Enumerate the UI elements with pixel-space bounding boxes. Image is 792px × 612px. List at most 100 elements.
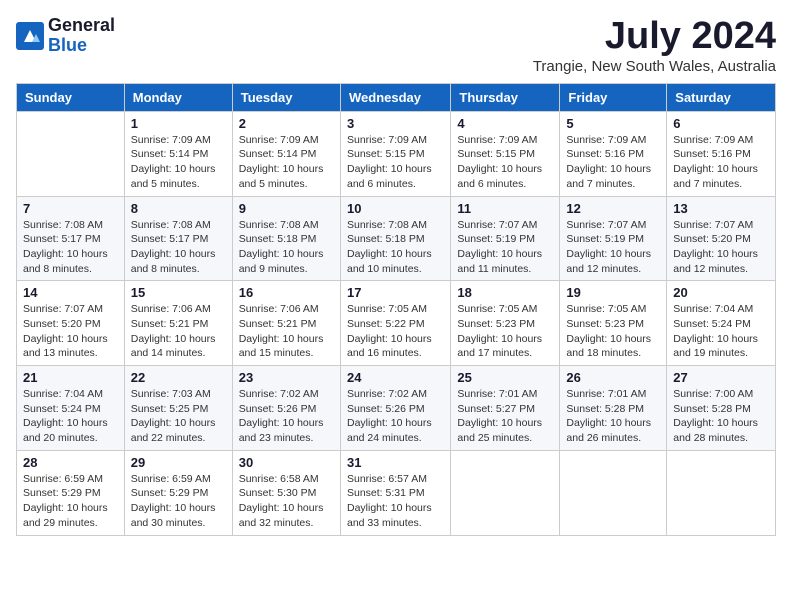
calendar-cell: 2Sunrise: 7:09 AMSunset: 5:14 PMDaylight… — [232, 111, 340, 196]
day-info: Sunrise: 7:05 AMSunset: 5:23 PMDaylight:… — [566, 302, 660, 361]
day-number: 3 — [347, 116, 444, 131]
day-number: 19 — [566, 285, 660, 300]
day-number: 13 — [673, 201, 769, 216]
day-info: Sunrise: 7:08 AMSunset: 5:18 PMDaylight:… — [239, 218, 334, 277]
calendar-cell: 21 Sunrise: 7:04 AMSunset: 5:24 PMDayligh… — [17, 366, 125, 451]
day-info: Sunrise: 7:09 AMSunset: 5:15 PMDaylight:… — [457, 133, 553, 192]
calendar-cell: 6 Sunrise: 7:09 AMSunset: 5:16 PMDaylight… — [667, 111, 776, 196]
page-header: General Blue July 2024 Trangie, New Sout… — [16, 16, 776, 75]
day-number: 11 — [457, 201, 553, 216]
day-info: Sunrise: 7:08 AMSunset: 5:17 PMDaylight:… — [23, 218, 118, 277]
day-info: Sunrise: 7:07 AMSunset: 5:19 PMDaylight:… — [566, 218, 660, 277]
location-title: Trangie, New South Wales, Australia — [533, 58, 776, 75]
weekday-header-wednesday: Wednesday — [340, 83, 450, 111]
logo: General Blue — [16, 16, 115, 56]
day-info: Sunrise: 7:08 AMSunset: 5:18 PMDaylight:… — [347, 218, 444, 277]
day-number: 21 — [23, 370, 118, 385]
day-number: 10 — [347, 201, 444, 216]
day-info: Sunrise: 7:09 AMSunset: 5:16 PMDaylight:… — [673, 133, 769, 192]
weekday-header-thursday: Thursday — [451, 83, 560, 111]
day-info: Sunrise: 7:04 AMSunset: 5:24 PMDaylight:… — [673, 302, 769, 361]
weekday-header-monday: Monday — [124, 83, 232, 111]
day-number: 14 — [23, 285, 118, 300]
calendar-cell: 3 Sunrise: 7:09 AMSunset: 5:15 PMDaylight… — [340, 111, 450, 196]
day-info: Sunrise: 7:05 AMSunset: 5:23 PMDaylight:… — [457, 302, 553, 361]
day-number: 9 — [239, 201, 334, 216]
weekday-header-tuesday: Tuesday — [232, 83, 340, 111]
calendar-week-1: 1Sunrise: 7:09 AMSunset: 5:14 PMDaylight… — [17, 111, 776, 196]
calendar-cell: 30 Sunrise: 6:58 AMSunset: 5:30 PMDayligh… — [232, 450, 340, 535]
day-number: 25 — [457, 370, 553, 385]
day-number: 30 — [239, 455, 334, 470]
day-info: Sunrise: 7:06 AMSunset: 5:21 PMDaylight:… — [239, 302, 334, 361]
day-number: 31 — [347, 455, 444, 470]
calendar-cell: 29Sunrise: 6:59 AMSunset: 5:29 PMDayligh… — [124, 450, 232, 535]
day-number: 2 — [239, 116, 334, 131]
day-number: 1 — [131, 116, 226, 131]
calendar-cell: 22 Sunrise: 7:03 AMSunset: 5:25 PMDayligh… — [124, 366, 232, 451]
day-info: Sunrise: 7:02 AMSunset: 5:26 PMDaylight:… — [347, 387, 444, 446]
day-info: Sunrise: 7:07 AMSunset: 5:20 PMDaylight:… — [23, 302, 118, 361]
calendar-cell: 12 Sunrise: 7:07 AMSunset: 5:19 PMDayligh… — [560, 196, 667, 281]
calendar-cell: 14 Sunrise: 7:07 AMSunset: 5:20 PMDayligh… — [17, 281, 125, 366]
calendar-week-5: 28 Sunrise: 6:59 AMSunset: 5:29 PMDayligh… — [17, 450, 776, 535]
calendar-cell: 19 Sunrise: 7:05 AMSunset: 5:23 PMDayligh… — [560, 281, 667, 366]
calendar-cell — [560, 450, 667, 535]
calendar-cell: 7 Sunrise: 7:08 AMSunset: 5:17 PMDaylight… — [17, 196, 125, 281]
calendar-cell: 9 Sunrise: 7:08 AMSunset: 5:18 PMDaylight… — [232, 196, 340, 281]
day-number: 16 — [239, 285, 334, 300]
day-number: 6 — [673, 116, 769, 131]
day-info: Sunrise: 7:03 AMSunset: 5:25 PMDaylight:… — [131, 387, 226, 446]
day-number: 29 — [131, 455, 226, 470]
calendar-week-4: 21 Sunrise: 7:04 AMSunset: 5:24 PMDayligh… — [17, 366, 776, 451]
weekday-header-saturday: Saturday — [667, 83, 776, 111]
day-info: Sunrise: 6:59 AMSunset: 5:29 PMDaylight:… — [23, 472, 118, 531]
day-info: Sunrise: 7:07 AMSunset: 5:20 PMDaylight:… — [673, 218, 769, 277]
title-area: July 2024 Trangie, New South Wales, Aust… — [533, 16, 776, 75]
day-number: 22 — [131, 370, 226, 385]
day-number: 12 — [566, 201, 660, 216]
day-info: Sunrise: 7:01 AMSunset: 5:27 PMDaylight:… — [457, 387, 553, 446]
calendar-week-3: 14 Sunrise: 7:07 AMSunset: 5:20 PMDayligh… — [17, 281, 776, 366]
calendar-cell: 26 Sunrise: 7:01 AMSunset: 5:28 PMDayligh… — [560, 366, 667, 451]
calendar-cell: 1Sunrise: 7:09 AMSunset: 5:14 PMDaylight… — [124, 111, 232, 196]
day-number: 7 — [23, 201, 118, 216]
logo-icon — [16, 22, 44, 50]
day-info: Sunrise: 7:08 AMSunset: 5:17 PMDaylight:… — [131, 218, 226, 277]
calendar-cell: 16 Sunrise: 7:06 AMSunset: 5:21 PMDayligh… — [232, 281, 340, 366]
calendar-cell: 15Sunrise: 7:06 AMSunset: 5:21 PMDayligh… — [124, 281, 232, 366]
calendar-cell: 27Sunrise: 7:00 AMSunset: 5:28 PMDayligh… — [667, 366, 776, 451]
day-number: 23 — [239, 370, 334, 385]
day-info: Sunrise: 6:57 AMSunset: 5:31 PMDaylight:… — [347, 472, 444, 531]
calendar-cell: 11 Sunrise: 7:07 AMSunset: 5:19 PMDayligh… — [451, 196, 560, 281]
day-info: Sunrise: 7:09 AMSunset: 5:15 PMDaylight:… — [347, 133, 444, 192]
day-info: Sunrise: 7:07 AMSunset: 5:19 PMDaylight:… — [457, 218, 553, 277]
day-number: 18 — [457, 285, 553, 300]
calendar-cell: 10 Sunrise: 7:08 AMSunset: 5:18 PMDayligh… — [340, 196, 450, 281]
calendar-cell: 28 Sunrise: 6:59 AMSunset: 5:29 PMDayligh… — [17, 450, 125, 535]
calendar-cell — [667, 450, 776, 535]
calendar-cell: 18 Sunrise: 7:05 AMSunset: 5:23 PMDayligh… — [451, 281, 560, 366]
day-number: 4 — [457, 116, 553, 131]
day-info: Sunrise: 7:01 AMSunset: 5:28 PMDaylight:… — [566, 387, 660, 446]
day-info: Sunrise: 6:58 AMSunset: 5:30 PMDaylight:… — [239, 472, 334, 531]
day-info: Sunrise: 7:04 AMSunset: 5:24 PMDaylight:… — [23, 387, 118, 446]
day-number: 5 — [566, 116, 660, 131]
day-info: Sunrise: 7:05 AMSunset: 5:22 PMDaylight:… — [347, 302, 444, 361]
calendar-cell: 20Sunrise: 7:04 AMSunset: 5:24 PMDayligh… — [667, 281, 776, 366]
month-title: July 2024 — [533, 16, 776, 58]
day-number: 15 — [131, 285, 226, 300]
day-info: Sunrise: 7:09 AMSunset: 5:16 PMDaylight:… — [566, 133, 660, 192]
day-number: 27 — [673, 370, 769, 385]
calendar-cell: 25 Sunrise: 7:01 AMSunset: 5:27 PMDayligh… — [451, 366, 560, 451]
weekday-header-friday: Friday — [560, 83, 667, 111]
calendar-cell: 23Sunrise: 7:02 AMSunset: 5:26 PMDayligh… — [232, 366, 340, 451]
calendar-cell — [17, 111, 125, 196]
calendar-cell: 5 Sunrise: 7:09 AMSunset: 5:16 PMDaylight… — [560, 111, 667, 196]
weekday-header-row: SundayMondayTuesdayWednesdayThursdayFrid… — [17, 83, 776, 111]
calendar-cell: 24Sunrise: 7:02 AMSunset: 5:26 PMDayligh… — [340, 366, 450, 451]
day-number: 28 — [23, 455, 118, 470]
calendar-cell: 4 Sunrise: 7:09 AMSunset: 5:15 PMDaylight… — [451, 111, 560, 196]
day-number: 26 — [566, 370, 660, 385]
day-number: 17 — [347, 285, 444, 300]
